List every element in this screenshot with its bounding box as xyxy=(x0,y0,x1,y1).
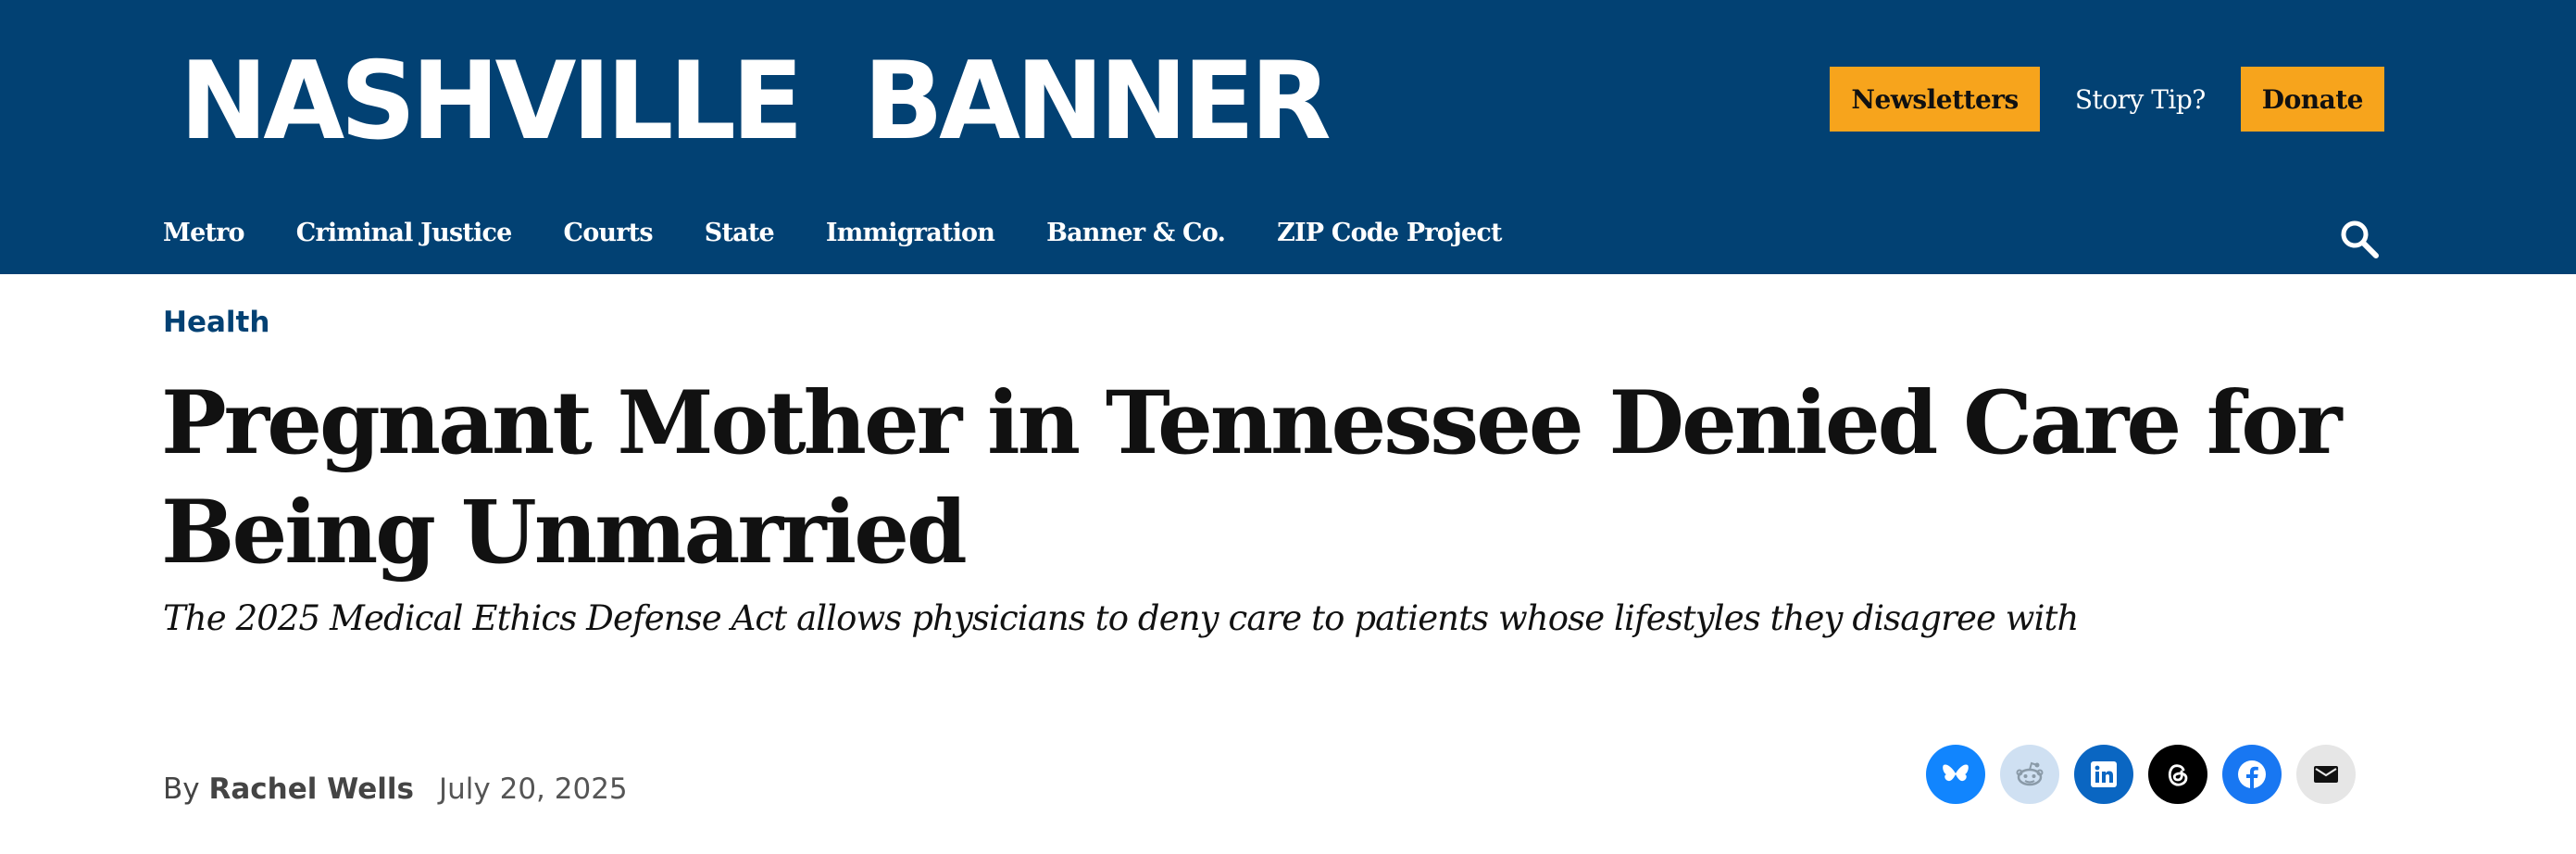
envelope-icon xyxy=(2314,766,2338,783)
share-reddit-button[interactable] xyxy=(2000,745,2059,804)
nav-item-criminal-justice[interactable]: Criminal Justice xyxy=(296,219,513,247)
site-logo[interactable]: NASHVILLE BANNER xyxy=(180,46,1332,157)
byline-prefix: By xyxy=(163,772,200,806)
site-header: NASHVILLE BANNER Newsletters Story Tip? … xyxy=(0,0,2576,274)
publish-date: July 20, 2025 xyxy=(439,772,628,806)
nav-item-immigration[interactable]: Immigration xyxy=(826,219,995,247)
search-button[interactable] xyxy=(2339,219,2380,259)
linkedin-icon xyxy=(2091,761,2117,787)
share-buttons xyxy=(1926,745,2356,804)
butterfly-icon xyxy=(1943,764,1969,782)
nav-item-metro[interactable]: Metro xyxy=(163,219,245,247)
article-category[interactable]: Health xyxy=(163,306,269,339)
main-nav: Metro Criminal Justice Courts State Immi… xyxy=(163,219,1554,247)
byline: By Rachel Wells xyxy=(163,772,414,806)
article-headline: Pregnant Mother in Tennessee Denied Care… xyxy=(161,372,2343,584)
nav-item-zip-code-project[interactable]: ZIP Code Project xyxy=(1277,219,1502,247)
share-facebook-button[interactable] xyxy=(2222,745,2282,804)
story-tip-link[interactable]: Story Tip? xyxy=(2040,84,2241,115)
share-linkedin-button[interactable] xyxy=(2074,745,2133,804)
facebook-icon xyxy=(2238,760,2266,788)
share-threads-button[interactable] xyxy=(2148,745,2207,804)
nav-item-courts[interactable]: Courts xyxy=(564,219,654,247)
newsletters-button[interactable]: Newsletters xyxy=(1830,67,2040,132)
search-icon xyxy=(2341,220,2379,258)
header-actions: Newsletters Story Tip? Donate xyxy=(1830,67,2384,132)
nav-item-state[interactable]: State xyxy=(705,219,775,247)
share-email-button[interactable] xyxy=(2296,745,2356,804)
donate-button[interactable]: Donate xyxy=(2240,67,2384,132)
reddit-icon xyxy=(2016,761,2044,786)
author-link[interactable]: Rachel Wells xyxy=(208,772,414,806)
threads-icon xyxy=(2168,764,2188,786)
share-bluesky-button[interactable] xyxy=(1926,745,1985,804)
article-dek: The 2025 Medical Ethics Defense Act allo… xyxy=(163,598,2079,638)
nav-item-banner-and-co[interactable]: Banner & Co. xyxy=(1046,219,1226,247)
